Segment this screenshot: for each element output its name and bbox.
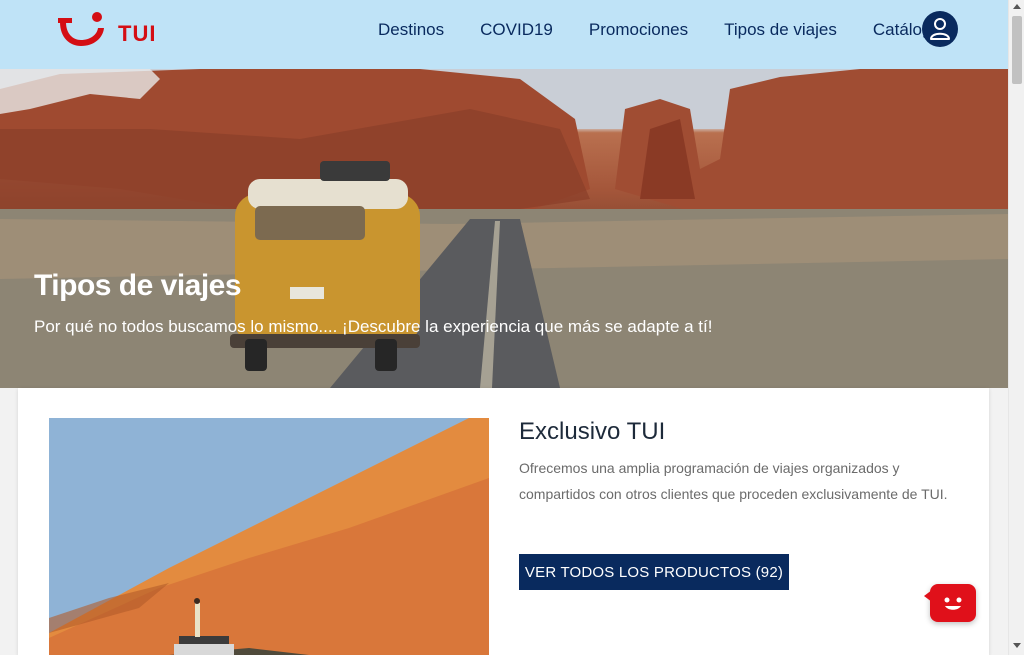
nav-destinos[interactable]: Destinos	[378, 20, 444, 40]
card-dune-image[interactable]	[49, 418, 489, 655]
scroll-up-arrow-icon[interactable]	[1013, 4, 1021, 9]
hero-title: Tipos de viajes	[34, 269, 242, 302]
scroll-down-arrow-icon[interactable]	[1013, 643, 1021, 648]
nav-tipos-de-viajes[interactable]: Tipos de viajes	[724, 20, 837, 40]
card-title: Exclusivo TUI	[519, 418, 666, 445]
chat-tail	[924, 590, 932, 602]
hero-banner: Tipos de viajes Por qué no todos buscamo…	[0, 69, 1008, 388]
view-all-products-button[interactable]: VER TODOS LOS PRODUCTOS (92)	[519, 554, 789, 590]
dune-photo	[49, 418, 489, 655]
nav-covid19[interactable]: COVID19	[480, 20, 553, 40]
hero-subtitle: Por qué no todos buscamos lo mismo.... ¡…	[34, 317, 713, 336]
page-scrollbar[interactable]	[1008, 0, 1024, 655]
user-account-icon	[930, 18, 950, 40]
main-nav: Destinos COVID19 Promociones Tipos de vi…	[370, 0, 949, 60]
account-button[interactable]	[922, 11, 958, 47]
product-card: Exclusivo TUI Ofrecemos una amplia progr…	[18, 388, 989, 655]
chat-widget-button[interactable]	[924, 584, 976, 622]
tui-logo[interactable]: TUI	[56, 10, 156, 50]
chat-bot-icon	[944, 597, 962, 610]
site-header: TUI Destinos COVID19 Promociones Tipos d…	[0, 0, 1008, 69]
logo-text: TUI	[118, 21, 157, 46]
card-description: Ofrecemos una amplia programación de via…	[519, 460, 948, 502]
nav-promociones[interactable]: Promociones	[589, 20, 688, 40]
tui-smile-logo-icon	[58, 12, 104, 46]
scroll-thumb[interactable]	[1012, 16, 1022, 84]
hero-desert-road-image	[0, 69, 1008, 388]
